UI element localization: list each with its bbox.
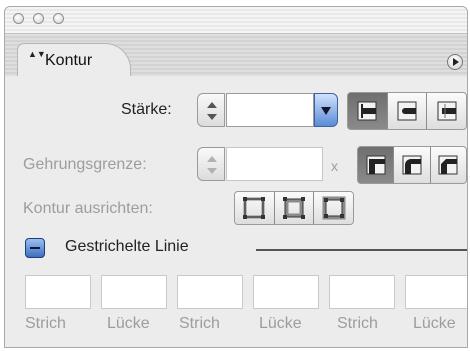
zoom-window-button[interactable] [53, 13, 64, 24]
tab-label: Kontur [45, 52, 93, 69]
butt-cap-icon [357, 101, 377, 121]
gap-2-input[interactable] [253, 275, 319, 309]
minimize-window-button[interactable] [33, 13, 44, 24]
align-inside-button[interactable] [274, 192, 315, 224]
join-button-group [357, 146, 467, 184]
gap-1-input[interactable] [101, 275, 167, 309]
stepper-up-icon [207, 156, 217, 162]
dashed-line-label: Gestrichelte Linie [65, 238, 189, 255]
miter-unit-label: x [331, 158, 338, 174]
dash-1-input[interactable] [25, 275, 91, 309]
stroke-panel: ▲▼ Kontur Stärke: Gehrungsgrenze: x Kont… [4, 6, 468, 348]
cap-button-group [347, 92, 467, 130]
round-cap-button[interactable] [387, 93, 428, 129]
close-window-button[interactable] [13, 13, 24, 24]
align-inside-icon [283, 197, 305, 219]
miter-limit-input[interactable] [226, 147, 323, 181]
round-join-icon [402, 155, 422, 175]
projecting-cap-icon [437, 101, 457, 121]
round-join-button[interactable] [394, 147, 431, 183]
stepper-down-icon [207, 168, 217, 174]
align-center-button[interactable] [235, 192, 275, 224]
miter-join-icon [366, 155, 386, 175]
align-center-icon [243, 197, 266, 219]
align-outside-button[interactable] [314, 192, 353, 224]
miter-limit-stepper[interactable] [197, 147, 225, 181]
gap-3-input[interactable] [405, 275, 467, 309]
projecting-cap-button[interactable] [427, 93, 466, 129]
dashed-line-checkbox[interactable] [25, 238, 45, 258]
round-cap-icon [397, 101, 417, 121]
miter-limit-label: Gehrungsgrenze: [23, 156, 147, 173]
updown-arrows-icon: ▲▼ [28, 49, 46, 59]
panel-menu-button[interactable] [447, 54, 463, 70]
section-divider [256, 249, 467, 251]
bevel-join-button[interactable] [430, 147, 466, 183]
align-stroke-label: Kontur ausrichten: [23, 200, 153, 217]
tab-strip: ▲▼ Kontur [5, 34, 467, 78]
weight-input[interactable] [226, 93, 314, 127]
miter-join-button[interactable] [358, 147, 395, 183]
stepper-down-icon [207, 114, 217, 120]
weight-label: Stärke: [121, 101, 172, 118]
dash-1-label: Strich [25, 315, 66, 332]
align-button-group [234, 191, 354, 225]
dash-2-label: Strich [179, 315, 220, 332]
dash-3-input[interactable] [329, 275, 395, 309]
butt-cap-button[interactable] [348, 93, 388, 129]
panel-content: Stärke: Gehrungsgrenze: x Kontur ausrich… [5, 76, 467, 347]
dash-2-input[interactable] [177, 275, 243, 309]
weight-stepper[interactable] [197, 93, 225, 127]
weight-dropdown-button[interactable] [314, 93, 338, 127]
gap-3-label: Lücke [413, 315, 456, 332]
bevel-join-icon [438, 155, 458, 175]
stepper-up-icon [207, 102, 217, 108]
tab-kontur[interactable]: ▲▼ Kontur [17, 43, 131, 78]
gap-2-label: Lücke [259, 315, 302, 332]
title-bar[interactable] [5, 7, 467, 34]
dash-3-label: Strich [337, 315, 378, 332]
align-outside-icon [322, 196, 346, 220]
gap-1-label: Lücke [107, 315, 150, 332]
